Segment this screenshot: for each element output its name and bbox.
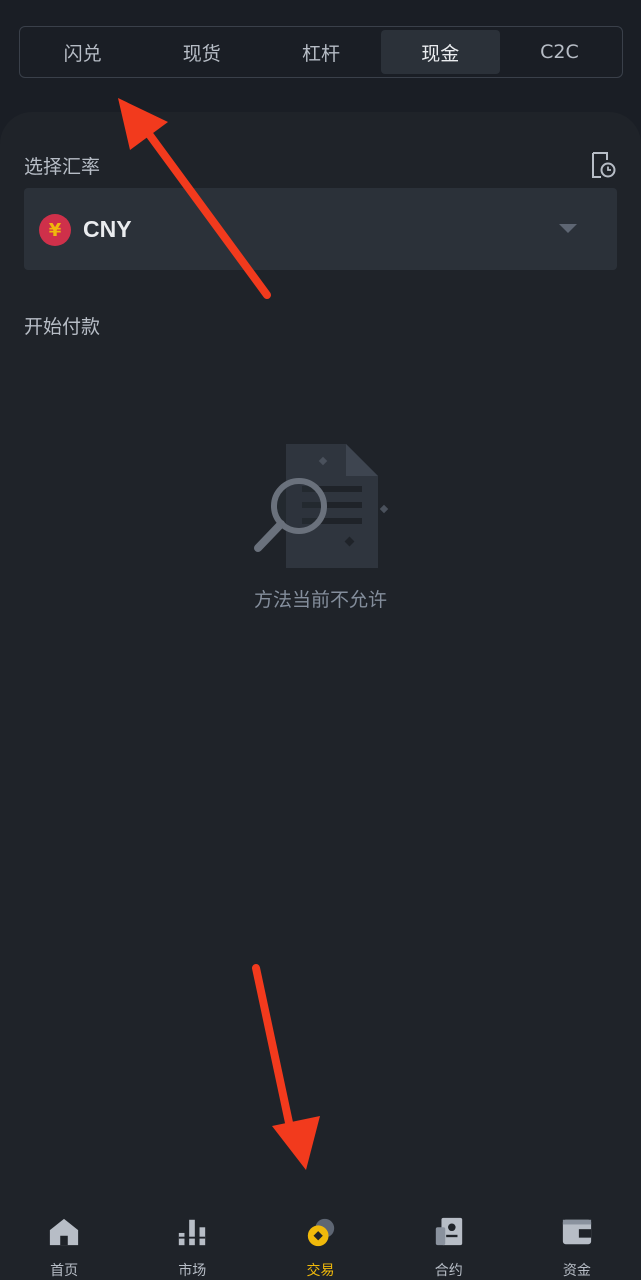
nav-label-contract: 合约 — [434, 1263, 463, 1279]
market-bars-icon — [179, 1219, 206, 1246]
trade-coin-icon — [307, 1218, 334, 1247]
currency-code: CNY — [83, 216, 132, 242]
nav-item-funds[interactable]: 资金 — [513, 1202, 641, 1280]
nav-label-trade: 交易 — [306, 1263, 335, 1279]
tab-flash-swap[interactable]: 闪兑 — [23, 30, 142, 74]
nav-label-funds: 资金 — [562, 1263, 591, 1279]
nav-item-home[interactable]: 首页 — [0, 1202, 128, 1280]
tab-margin[interactable]: 杠杆 — [261, 30, 380, 74]
start-payment-label: 开始付款 — [24, 316, 101, 338]
main-panel — [0, 112, 641, 1202]
wallet-icon — [562, 1219, 592, 1245]
nav-item-market[interactable]: 市场 — [128, 1202, 256, 1280]
cny-coin-icon: ¥ — [39, 214, 71, 246]
tab-c2c[interactable]: C2C — [500, 30, 619, 74]
caret-down-icon — [559, 224, 577, 233]
tab-spot[interactable]: 现货 — [142, 30, 261, 74]
empty-search-document-icon — [254, 444, 389, 568]
tab-cash[interactable]: 现金 — [380, 30, 500, 74]
contract-icon — [435, 1217, 462, 1246]
nav-item-contract[interactable]: 合约 — [385, 1202, 513, 1280]
nav-item-trade[interactable]: 交易 — [256, 1202, 384, 1280]
nav-label-market: 市场 — [178, 1263, 207, 1279]
order-history-icon[interactable] — [590, 151, 616, 179]
currency-select[interactable]: ¥ CNY — [24, 188, 617, 270]
nav-label-home: 首页 — [50, 1263, 79, 1279]
select-rate-label: 选择汇率 — [24, 156, 101, 178]
bottom-nav: 首页 市场 交易 合约 资金 — [0, 1202, 641, 1280]
trade-mode-tabs: 闪兑 现货 杠杆 现金 C2C — [19, 26, 623, 78]
home-icon — [49, 1218, 79, 1246]
empty-state-message: 方法当前不允许 — [253, 589, 387, 611]
